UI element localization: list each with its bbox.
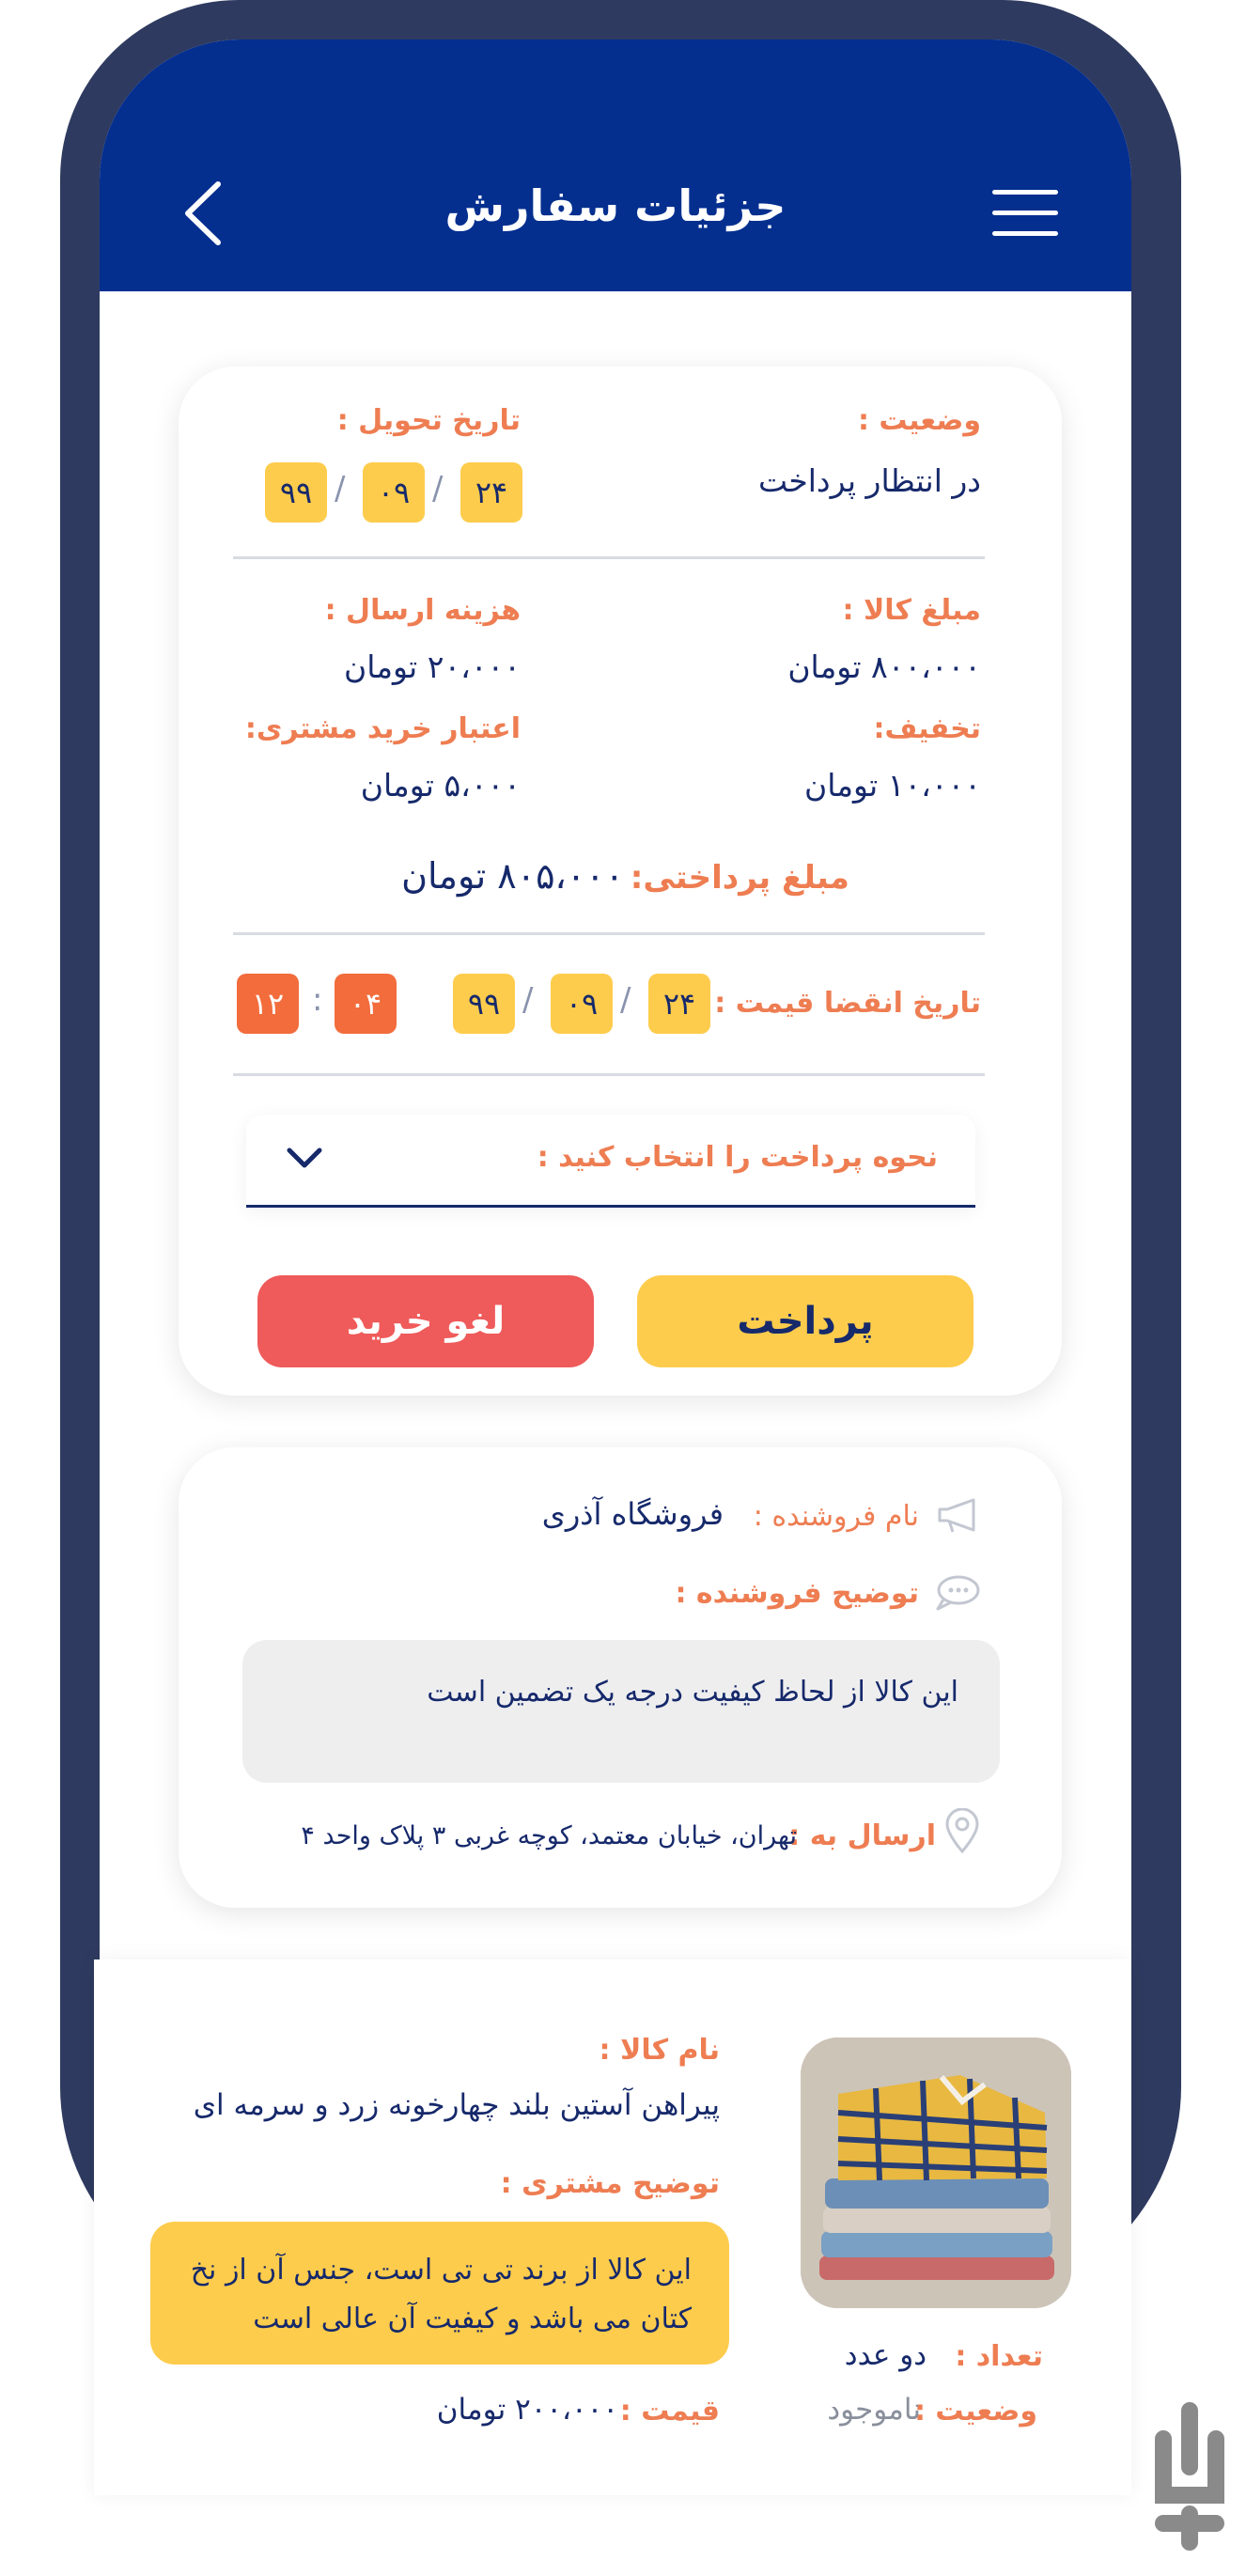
payable-amount-value: ۸۰۵،۰۰۰ تومان: [401, 855, 624, 897]
hamburger-menu-icon[interactable]: [992, 190, 1058, 239]
page-title: جزئیات سفارش: [444, 180, 787, 231]
payment-method-select[interactable]: نحوه پرداخت را انتخاب کنید :: [246, 1115, 975, 1208]
seller-description-label: توضیح فروشنده :: [675, 1577, 919, 1610]
divider: [233, 932, 985, 935]
payment-method-placeholder: نحوه پرداخت را انتخاب کنید :: [537, 1141, 938, 1174]
expiry-year-chip: ۹۹: [453, 974, 515, 1034]
delivery-year-chip: ۹۹: [265, 462, 327, 523]
product-name-label: نام کالا :: [599, 2034, 720, 2067]
ship-to-value: تهران، خیابان معتمد، کوچه غربی ۳ پلاک وا…: [301, 1821, 797, 1850]
status-value: در انتظار پرداخت: [757, 462, 981, 499]
pay-button[interactable]: پرداخت: [637, 1275, 973, 1367]
seller-description-box: این کالا از لحاظ کیفیت درجه یک تضمین است: [242, 1640, 1000, 1783]
chevron-down-icon: [287, 1147, 322, 1168]
quantity-value: دو عدد: [844, 2338, 927, 2372]
discount-label: تخفیف:: [873, 712, 981, 745]
chat-bubble-icon: [936, 1575, 980, 1611]
customer-note-box: این کالا از برند تی تی است، جنس آن از نخ…: [150, 2222, 729, 2365]
date-separator: /: [432, 470, 444, 507]
price-label: قیمت :: [619, 2395, 720, 2428]
seller-name-value: فروشگاه آذری: [541, 1496, 724, 1532]
delivery-date-label: تاریخ تحویل :: [336, 404, 521, 437]
price-value: ۲۰۰،۰۰۰ تومان: [436, 2393, 618, 2427]
shipping-cost-label: هزینه ارسال :: [324, 594, 521, 627]
divider: [233, 556, 985, 559]
goods-amount-label: مبلغ کالا :: [842, 594, 982, 627]
top-app-bar: جزئیات سفارش: [100, 39, 1131, 291]
product-image: [801, 2037, 1071, 2308]
quantity-label: تعداد :: [955, 2340, 1043, 2373]
megaphone-icon: [938, 1498, 975, 1533]
expiry-hour-chip: ۱۲: [237, 974, 299, 1034]
seller-name-label: نام فروشنده :: [753, 1500, 919, 1533]
time-separator: :: [312, 981, 323, 1019]
stock-status-label: وضعیت :: [913, 2395, 1037, 2428]
expiry-day-chip: ۲۴: [648, 974, 710, 1034]
customer-note-text: این کالا از برند تی تی است، جنس آن از نخ…: [190, 2254, 692, 2335]
product-name-value: پیراهن آستین بلند چهارخونه زرد و سرمه ای: [193, 2088, 720, 2122]
expiry-minute-chip: ۰۴: [335, 974, 397, 1034]
status-label: وضعیت :: [857, 404, 981, 437]
shipping-cost-value: ۲۰،۰۰۰ تومان: [344, 648, 521, 685]
payable-amount-label: مبلغ پرداختی:: [630, 859, 849, 897]
delivery-month-chip: ۰۹: [363, 462, 425, 523]
delivery-day-chip: ۲۴: [460, 462, 522, 523]
customer-note-label: توضیح مشتری :: [500, 2167, 720, 2200]
price-expiry-label: تاریخ انقضا قیمت :: [714, 987, 981, 1020]
seller-description-text: این کالا از لحاظ کیفیت درجه یک تضمین است: [427, 1676, 958, 1709]
customer-credit-value: ۵،۰۰۰ تومان: [360, 767, 521, 804]
expiry-month-chip: ۰۹: [551, 974, 613, 1034]
location-pin-icon: [945, 1808, 979, 1854]
cancel-purchase-button[interactable]: لغو خرید: [257, 1275, 594, 1367]
shirt-stack-icon: [801, 2037, 1071, 2308]
date-separator: /: [522, 981, 534, 1019]
stock-status-value: ناموجود: [827, 2393, 921, 2427]
date-separator: /: [335, 470, 346, 507]
ship-to-label: ارسال به :: [788, 1819, 936, 1852]
goods-amount-value: ۸۰۰،۰۰۰ تومان: [787, 648, 981, 685]
customer-credit-label: اعتبار خرید مشتری:: [244, 712, 521, 745]
bazaar-logo-icon: [1155, 2402, 1224, 2551]
date-separator: /: [620, 981, 631, 1019]
divider: [233, 1073, 985, 1076]
discount-value: ۱۰،۰۰۰ تومان: [804, 767, 981, 804]
